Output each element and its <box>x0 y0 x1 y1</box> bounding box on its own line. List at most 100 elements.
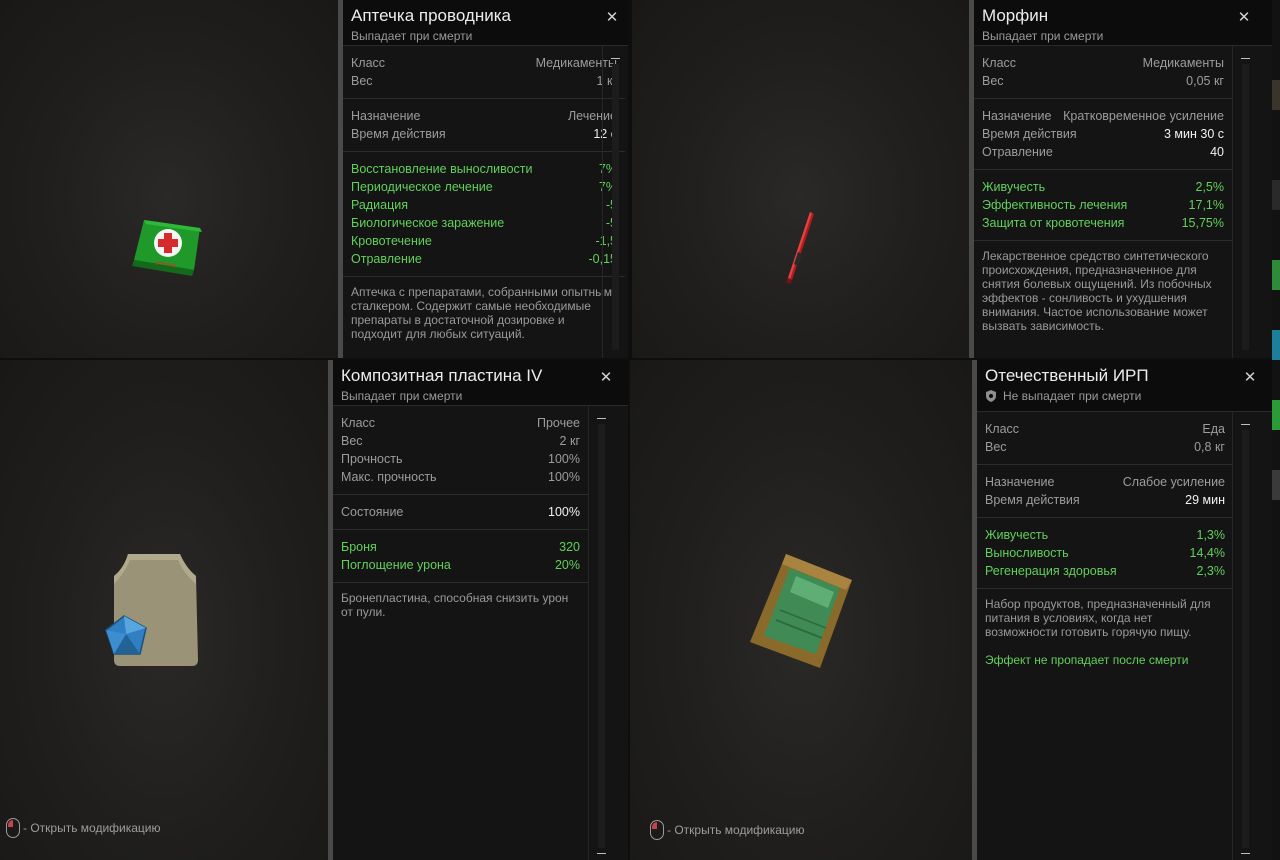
hint-text: - Открыть модификацию <box>23 821 161 835</box>
stat-row: Макс. прочность 100% <box>341 470 580 484</box>
effect-row: Периодическое лечение 7% <box>351 180 617 194</box>
condition-section: Состояние 100% <box>333 495 588 530</box>
panel-scrollbar[interactable] <box>588 406 614 860</box>
effect-row: Отравление -0,15 <box>351 252 617 266</box>
effect-row: Поглощение урона 20% <box>341 558 580 572</box>
panel-header: Отечественный ИРП Не выпадает при смерти… <box>977 360 1272 412</box>
stat-row: Класс Еда <box>985 422 1225 436</box>
stat-row: Отравление 40 <box>982 145 1224 159</box>
effect-row: Радиация-5 <box>351 198 617 212</box>
item-title: Аптечка проводника <box>351 6 511 25</box>
item-description: Лекарственное средство синтетического пр… <box>982 249 1212 333</box>
drop-status-text: Выпадает при смерти <box>341 389 463 403</box>
armor-plate-item-image[interactable] <box>100 550 204 672</box>
medkit-item-image[interactable]: аптечка <box>128 216 204 280</box>
stat-row: Вес 0,05 кг <box>982 74 1224 88</box>
item-title: Отечественный ИРП <box>985 366 1149 385</box>
panel-body: Класс Медикаменты Вес 1 кг Назначение Лечен… <box>343 46 625 358</box>
panel-header: Морфин Выпадает при смерти ✕ <box>974 0 1272 46</box>
base-stats-section: Класс Еда Вес 0,8 кг <box>977 412 1233 465</box>
stat-row: Время действия 3 мин 30 с <box>982 127 1224 141</box>
drop-status: Не выпадает при смерти <box>985 389 1272 403</box>
effect-row: Выносливость 14,4% <box>985 546 1225 560</box>
item-description: Аптечка с препаратами, собранными опытны… <box>351 285 612 341</box>
item-scene <box>0 0 338 358</box>
description-text: Набор продуктов, предназначенный для пит… <box>985 597 1211 639</box>
item-description: Бронепластина, способная снизить урон от… <box>341 591 569 619</box>
item-view-armor-plate: - Открыть модификацию Композитная пласти… <box>0 360 628 860</box>
effect-row: Живучесть 2,5% <box>982 180 1224 194</box>
stat-row: Назначение Лечение <box>351 109 617 123</box>
item-info-panel: Морфин Выпадает при смерти ✕ Класс Медика… <box>969 0 1272 358</box>
effect-row: Эффективность лечения 17,1% <box>982 198 1224 212</box>
item-view-ration: - Открыть модификацию Отечественный ИРП … <box>630 360 1272 860</box>
scrollbar-track[interactable] <box>598 424 605 848</box>
mouse-icon <box>650 820 664 840</box>
base-stats-section: Класс Медикаменты Вес 1 кг <box>343 46 625 99</box>
effect-row: Броня 320 <box>341 540 580 554</box>
close-icon[interactable]: ✕ <box>604 10 620 26</box>
effects-section: Броня 320 Поглощение урона 20% <box>333 530 588 583</box>
close-icon[interactable]: ✕ <box>1236 10 1252 26</box>
drop-status: Выпадает при смерти <box>341 389 628 403</box>
stat-row: Состояние 100% <box>341 505 580 519</box>
drop-status: Выпадает при смерти <box>982 29 1272 43</box>
persistent-effect-note: Эффект не пропадает после смерти <box>985 653 1189 667</box>
panel-body: Класс Прочее Вес 2 кг Прочность 100% Макс. … <box>333 406 588 860</box>
item-view-medkit: аптечка Аптечка проводника Выпадает при … <box>0 0 628 358</box>
stat-row: Вес 0,8 кг <box>985 440 1225 454</box>
ration-item-image[interactable] <box>746 550 856 672</box>
effect-row: Живучесть 1,3% <box>985 528 1225 542</box>
effects-section: Восстановление выносливости 7% Периодичес… <box>343 152 625 277</box>
usage-section: Назначение Слабое усиление Время действия… <box>977 465 1233 518</box>
close-icon[interactable]: ✕ <box>598 370 614 386</box>
stat-row: Вес 1 кг <box>351 74 617 88</box>
drop-status-text: Выпадает при смерти <box>351 29 473 43</box>
scrollbar-track[interactable] <box>1242 430 1249 848</box>
stat-row: Класс Прочее <box>341 416 580 430</box>
mouse-icon <box>6 818 20 838</box>
item-title: Морфин <box>982 6 1049 25</box>
effect-row: Кровотечение -1,5 <box>351 234 617 248</box>
panel-body: Класс Медикаменты Вес 0,05 кг Назначение Кр… <box>974 46 1232 358</box>
base-stats-section: Класс Прочее Вес 2 кг Прочность 100% Макс. … <box>333 406 588 495</box>
stat-row: Время действия 12 с <box>351 127 617 141</box>
shield-icon <box>986 390 996 402</box>
effects-section: Живучесть 2,5% Эффективность лечения 17,1%… <box>974 170 1232 241</box>
inventory-edge-strip <box>1272 0 1280 860</box>
usage-section: Назначение Кратковременное усиление Время… <box>974 99 1232 170</box>
effect-row: Восстановление выносливости 7% <box>351 162 617 176</box>
effects-section: Живучесть 1,3% Выносливость 14,4% Регенера… <box>977 518 1233 589</box>
panel-scrollbar[interactable] <box>602 46 628 358</box>
effect-row: Защита от кровотечения 15,75% <box>982 216 1224 230</box>
stat-row: Назначение Слабое усиление <box>985 475 1225 489</box>
panel-body: Класс Еда Вес 0,8 кг Назначение Слабое усил… <box>977 412 1233 860</box>
item-title: Композитная пластина IV <box>341 366 543 385</box>
close-icon[interactable]: ✕ <box>1242 370 1258 386</box>
drop-status: Выпадает при смерти <box>351 29 628 43</box>
scrollbar-track[interactable] <box>612 64 619 350</box>
panel-scrollbar[interactable] <box>1232 46 1258 358</box>
drop-status-text: Не выпадает при смерти <box>1003 389 1142 403</box>
item-info-panel: Отечественный ИРП Не выпадает при смерти… <box>972 360 1272 860</box>
item-scene <box>632 0 969 358</box>
panel-header: Композитная пластина IV Выпадает при сме… <box>333 360 628 406</box>
effect-row: Биологическое заражение-5 <box>351 216 617 230</box>
base-stats-section: Класс Медикаменты Вес 0,05 кг <box>974 46 1232 99</box>
panel-scrollbar[interactable] <box>1232 412 1258 860</box>
open-modification-hint: - Открыть модификацию <box>6 818 161 838</box>
drop-status-text: Выпадает при смерти <box>982 29 1104 43</box>
usage-section: Назначение Лечение Время действия 12 с <box>343 99 625 152</box>
panel-header: Аптечка проводника Выпадает при смерти ✕ <box>343 0 628 46</box>
item-view-morphine: Морфин Выпадает при смерти ✕ Класс Медика… <box>632 0 1272 358</box>
stat-row: Назначение Кратковременное усиление <box>982 109 1224 123</box>
morphine-item-image[interactable] <box>780 208 820 288</box>
scrollbar-track[interactable] <box>1242 64 1249 350</box>
effect-row: Регенерация здоровья 2,3% <box>985 564 1225 578</box>
open-modification-hint: - Открыть модификацию <box>650 820 805 840</box>
stat-row: Прочность 100% <box>341 452 580 466</box>
item-info-panel: Аптечка проводника Выпадает при смерти ✕… <box>338 0 628 358</box>
stat-row: Время действия 29 мин <box>985 493 1225 507</box>
stat-row: Класс Медикаменты <box>982 56 1224 70</box>
hint-text: - Открыть модификацию <box>667 823 805 837</box>
